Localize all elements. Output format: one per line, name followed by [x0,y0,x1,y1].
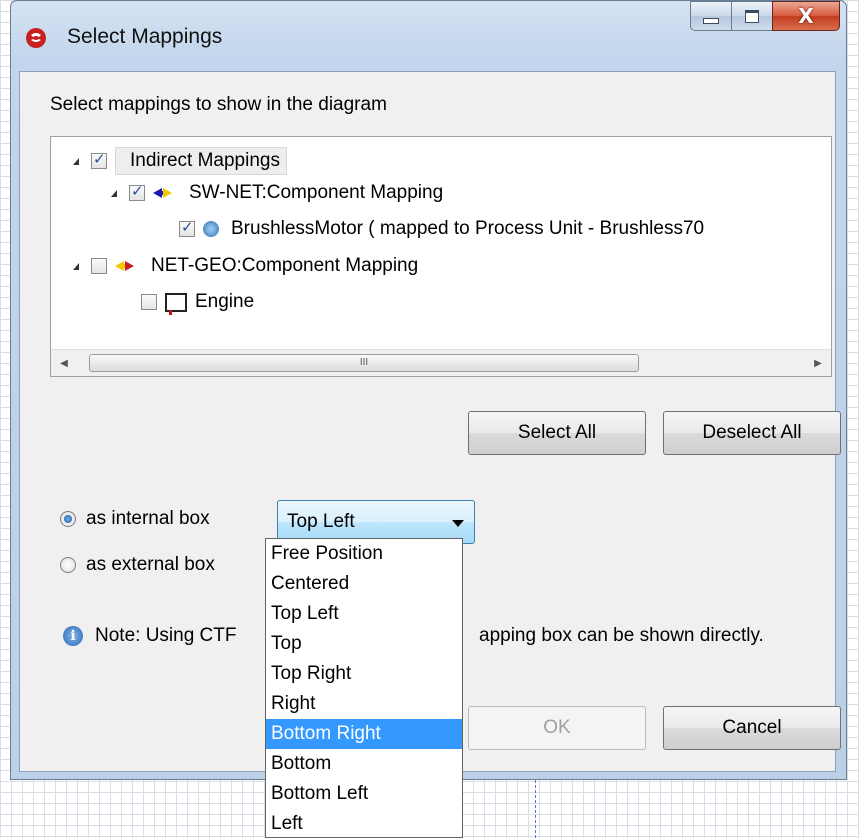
dropdown-option[interactable]: Centered [266,569,462,599]
instruction-text: Select mappings to show in the diagram [50,94,387,115]
minimize-button[interactable] [690,1,732,31]
note-line: i Note: Using CTF apping box can be show… [63,625,764,647]
ok-button[interactable]: OK [468,706,646,750]
expand-triangle-icon[interactable] [73,157,79,165]
scroll-right-icon[interactable]: ▶ [807,350,829,376]
minimize-icon [703,18,719,24]
mapping-arrow-icon [115,259,145,273]
title-bar[interactable]: Select Mappings X [11,1,846,71]
tree-node-label: BrushlessMotor ( mapped to Process Unit … [231,218,705,239]
internal-box-option[interactable]: as internal box [60,508,210,530]
caption-buttons: X [690,1,840,33]
net-geo-checkbox[interactable] [91,258,107,274]
tree-node-brushless-motor[interactable]: BrushlessMotor ( mapped to Process Unit … [179,214,704,244]
dropdown-option[interactable]: Bottom [266,749,462,779]
dropdown-option-highlighted[interactable]: Bottom Right [266,719,462,749]
note-text-right: apping box can be shown directly. [479,625,764,646]
maximize-button[interactable] [731,1,773,31]
component-dot-icon [203,221,219,237]
dropdown-option[interactable]: Top Left [266,599,462,629]
diagram-guide-line [535,780,536,838]
dropdown-option[interactable]: Top Right [266,659,462,689]
tree-node-label: SW-NET:Component Mapping [189,182,444,203]
dropdown-option[interactable]: Left [266,809,462,837]
tree-node-label: NET-GEO:Component Mapping [151,255,419,276]
app-icon [26,28,46,48]
info-icon: i [63,626,83,646]
internal-box-label: as internal box [86,508,210,529]
dropdown-option[interactable]: Top [266,629,462,659]
chevron-down-icon[interactable] [452,520,464,527]
select-all-button[interactable]: Select All [468,411,646,455]
external-box-option[interactable]: as external box [60,554,215,576]
brushless-motor-checkbox[interactable] [179,218,195,237]
sw-net-checkbox[interactable] [129,182,145,201]
tree-node-label: Indirect Mappings [115,147,287,175]
position-dropdown-list[interactable]: Free Position Centered Top Left Top Top … [265,538,463,838]
tree-node-label: Engine [195,291,255,312]
close-icon: X [798,4,814,28]
scroll-grip: III [359,357,369,368]
horizontal-scrollbar[interactable]: ◀ III ▶ [51,349,831,376]
deselect-all-button[interactable]: Deselect All [663,411,841,455]
expand-triangle-icon[interactable] [111,189,117,197]
dropdown-option[interactable]: Right [266,689,462,719]
note-text-left: Note: Using CTF [95,625,237,646]
maximize-icon [745,9,759,23]
tree-node-net-geo[interactable]: NET-GEO:Component Mapping [73,251,418,281]
close-button[interactable]: X [772,1,840,31]
indirect-mappings-checkbox[interactable] [91,150,107,169]
external-box-radio[interactable] [60,557,76,573]
mappings-tree[interactable]: Indirect Mappings SW-NET:Component Mappi… [50,136,832,377]
cancel-button[interactable]: Cancel [663,706,841,750]
dropdown-option[interactable]: Free Position [266,539,462,569]
expand-triangle-icon[interactable] [73,262,79,270]
mapping-arrow-icon [153,186,183,200]
tree-node-sw-net[interactable]: SW-NET:Component Mapping [111,178,443,208]
scroll-thumb[interactable]: III [89,354,639,372]
internal-box-radio[interactable] [60,511,76,527]
tree-node-engine[interactable]: Engine [141,287,254,317]
dropdown-option[interactable]: Bottom Left [266,779,462,809]
combo-value: Top Left [287,511,355,532]
tree-node-indirect-mappings[interactable]: Indirect Mappings [73,146,287,176]
window-title: Select Mappings [67,25,223,48]
engine-box-icon [165,292,187,315]
engine-checkbox[interactable] [141,294,157,310]
scroll-left-icon[interactable]: ◀ [53,350,75,376]
external-box-label: as external box [86,554,215,575]
